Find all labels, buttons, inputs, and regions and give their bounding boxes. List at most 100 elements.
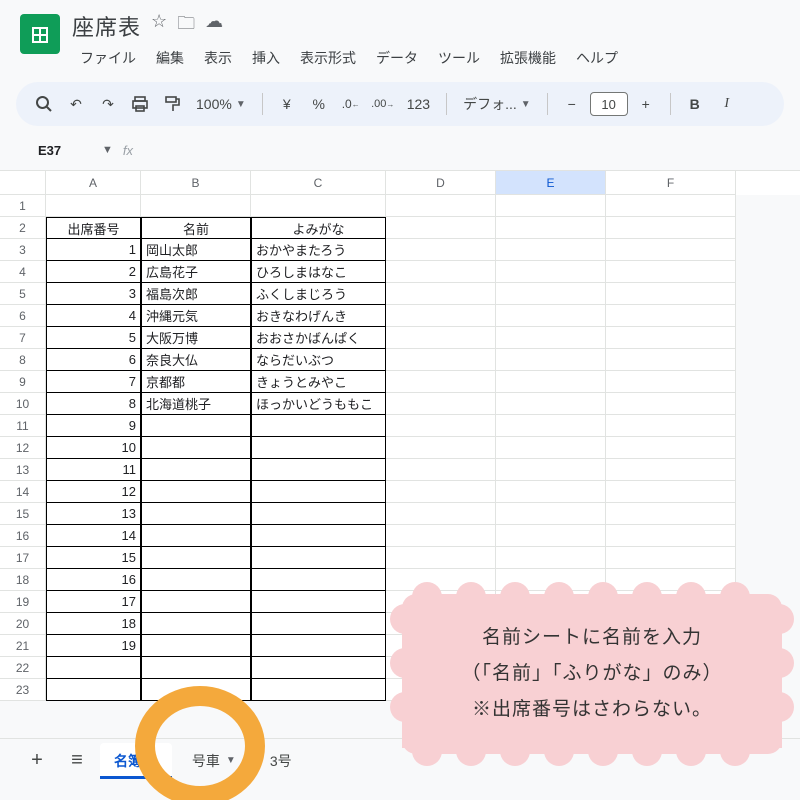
cell-D17[interactable] [386, 547, 496, 569]
cell-F10[interactable] [606, 393, 736, 415]
cell-F2[interactable] [606, 217, 736, 239]
col-header-A[interactable]: A [46, 171, 141, 195]
number-format-dropdown[interactable]: 123 [401, 96, 436, 112]
decrease-decimal-button[interactable]: .0← [337, 90, 365, 118]
name-box-dropdown-icon[interactable]: ▼ [102, 144, 113, 156]
document-title[interactable]: 座席表 [72, 10, 141, 42]
cell-C6[interactable]: おきなわげんき [251, 305, 386, 327]
row-header[interactable]: 6 [0, 305, 46, 327]
row-header[interactable]: 5 [0, 283, 46, 305]
menu-data[interactable]: データ [368, 44, 426, 72]
cell-B10[interactable]: 北海道桃子 [141, 393, 251, 415]
col-header-C[interactable]: C [251, 171, 386, 195]
cell-B22[interactable] [141, 657, 251, 679]
cell-F12[interactable] [606, 437, 736, 459]
cell-B18[interactable] [141, 569, 251, 591]
cell-D13[interactable] [386, 459, 496, 481]
cell-A18[interactable]: 16 [46, 569, 141, 591]
cell-F13[interactable] [606, 459, 736, 481]
cell-B11[interactable] [141, 415, 251, 437]
cell-C11[interactable] [251, 415, 386, 437]
cell-C17[interactable] [251, 547, 386, 569]
cell-D12[interactable] [386, 437, 496, 459]
cell-C20[interactable] [251, 613, 386, 635]
cell-C13[interactable] [251, 459, 386, 481]
sheets-logo-icon[interactable] [20, 14, 60, 54]
cell-F1[interactable] [606, 195, 736, 217]
row-header[interactable]: 14 [0, 481, 46, 503]
cell-B17[interactable] [141, 547, 251, 569]
cell-B4[interactable]: 広島花子 [141, 261, 251, 283]
col-header-F[interactable]: F [606, 171, 736, 195]
cell-D14[interactable] [386, 481, 496, 503]
cell-C2[interactable]: よみがな [251, 217, 386, 239]
sheet-tab[interactable]: 3号 [256, 743, 306, 779]
col-header-D[interactable]: D [386, 171, 496, 195]
row-header[interactable]: 3 [0, 239, 46, 261]
cell-C14[interactable] [251, 481, 386, 503]
print-icon[interactable] [126, 90, 154, 118]
cell-F7[interactable] [606, 327, 736, 349]
cell-A16[interactable]: 14 [46, 525, 141, 547]
italic-button[interactable]: I [713, 90, 741, 118]
row-header[interactable]: 10 [0, 393, 46, 415]
menu-file[interactable]: ファイル [72, 44, 144, 72]
cell-F4[interactable] [606, 261, 736, 283]
cell-C22[interactable] [251, 657, 386, 679]
cell-A1[interactable] [46, 195, 141, 217]
row-header[interactable]: 4 [0, 261, 46, 283]
row-header[interactable]: 18 [0, 569, 46, 591]
menu-help[interactable]: ヘルプ [568, 44, 626, 72]
cell-E4[interactable] [496, 261, 606, 283]
cell-B5[interactable]: 福島次郎 [141, 283, 251, 305]
currency-button[interactable]: ¥ [273, 90, 301, 118]
cell-B15[interactable] [141, 503, 251, 525]
font-size-increase[interactable]: + [632, 90, 660, 118]
cell-C8[interactable]: ならだいぶつ [251, 349, 386, 371]
cell-D3[interactable] [386, 239, 496, 261]
cell-D11[interactable] [386, 415, 496, 437]
row-header[interactable]: 15 [0, 503, 46, 525]
cell-E2[interactable] [496, 217, 606, 239]
increase-decimal-button[interactable]: .00→ [369, 90, 397, 118]
bold-button[interactable]: B [681, 90, 709, 118]
cell-F8[interactable] [606, 349, 736, 371]
cell-B8[interactable]: 奈良大仏 [141, 349, 251, 371]
font-dropdown[interactable]: デフォ...▼ [457, 94, 537, 114]
cell-A8[interactable]: 6 [46, 349, 141, 371]
sheet-tab-menu-icon[interactable]: ▼ [226, 755, 236, 766]
cell-E1[interactable] [496, 195, 606, 217]
cell-A19[interactable]: 17 [46, 591, 141, 613]
cell-B16[interactable] [141, 525, 251, 547]
cell-E13[interactable] [496, 459, 606, 481]
cell-A12[interactable]: 10 [46, 437, 141, 459]
row-header[interactable]: 12 [0, 437, 46, 459]
sheet-tab[interactable]: 号車▼ [178, 743, 250, 779]
row-header[interactable]: 23 [0, 679, 46, 701]
cell-C7[interactable]: おおさかばんぱく [251, 327, 386, 349]
cell-E16[interactable] [496, 525, 606, 547]
cell-F16[interactable] [606, 525, 736, 547]
row-header[interactable]: 20 [0, 613, 46, 635]
cell-A23[interactable] [46, 679, 141, 701]
row-header[interactable]: 22 [0, 657, 46, 679]
cell-B9[interactable]: 京都都 [141, 371, 251, 393]
cell-F14[interactable] [606, 481, 736, 503]
cell-D9[interactable] [386, 371, 496, 393]
cell-F15[interactable] [606, 503, 736, 525]
cell-B12[interactable] [141, 437, 251, 459]
cell-A9[interactable]: 7 [46, 371, 141, 393]
cell-D4[interactable] [386, 261, 496, 283]
cell-A15[interactable]: 13 [46, 503, 141, 525]
cell-B14[interactable] [141, 481, 251, 503]
cell-C21[interactable] [251, 635, 386, 657]
cell-C9[interactable]: きょうとみやこ [251, 371, 386, 393]
percent-button[interactable]: % [305, 90, 333, 118]
menu-edit[interactable]: 編集 [148, 44, 192, 72]
cell-A21[interactable]: 19 [46, 635, 141, 657]
cell-C10[interactable]: ほっかいどうももこ [251, 393, 386, 415]
star-icon[interactable]: ☆ [151, 11, 167, 41]
search-icon[interactable] [30, 90, 58, 118]
cell-D7[interactable] [386, 327, 496, 349]
cell-C18[interactable] [251, 569, 386, 591]
